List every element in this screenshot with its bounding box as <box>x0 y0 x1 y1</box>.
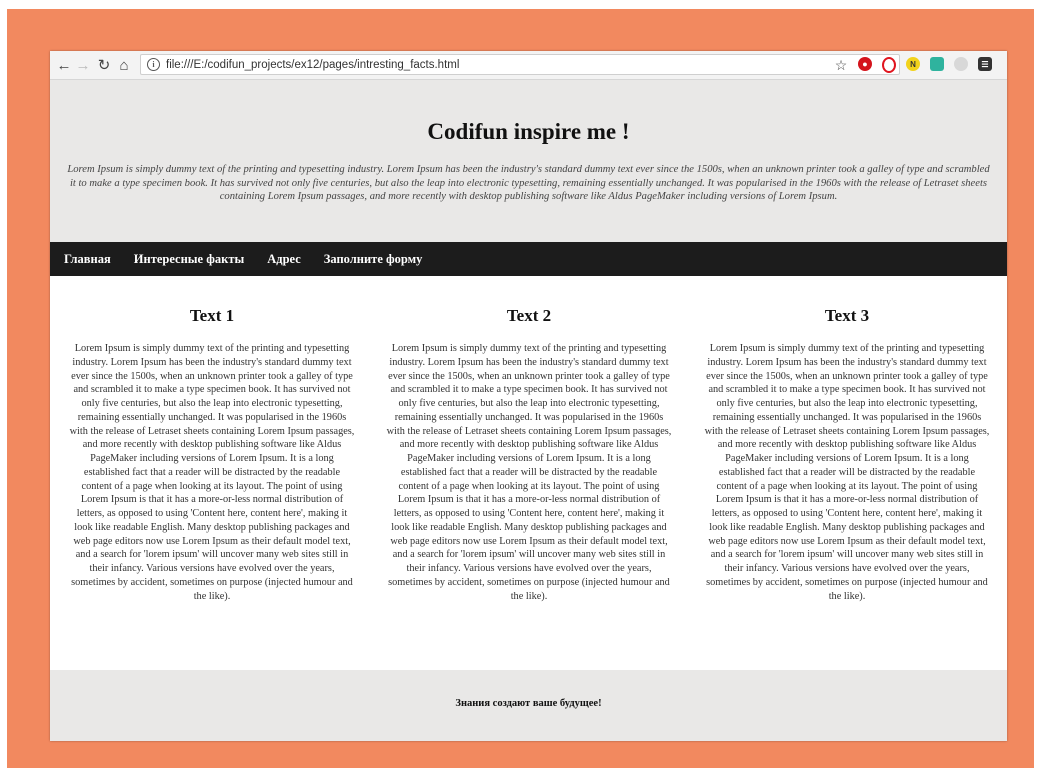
menu-item-form[interactable]: Заполните форму <box>324 252 423 267</box>
header-intro-text: Lorem Ipsum is simply dummy text of the … <box>67 164 990 202</box>
opera-icon[interactable] <box>882 57 896 73</box>
menu-item-home[interactable]: Главная <box>64 252 111 267</box>
info-icon[interactable]: i <box>147 58 160 71</box>
disabled-extension-icon[interactable] <box>954 57 968 71</box>
page-title: Codifun inspire me ! <box>427 119 630 144</box>
home-icon[interactable]: ⌂ <box>114 55 134 75</box>
browser-toolbar: ← → ↻ ⌂ i file:///E:/codifun_projects/ex… <box>50 51 1007 80</box>
menu-item-facts[interactable]: Интересные факты <box>134 252 244 267</box>
reload-icon[interactable]: ↻ <box>94 55 114 75</box>
page-footer: Знания создают ваше будущее! <box>50 670 1007 741</box>
background-frame: ← → ↻ ⌂ i file:///E:/codifun_projects/ex… <box>7 9 1034 768</box>
norton-icon[interactable]: N <box>906 57 920 71</box>
nav-menu: Главная Интересные факты Адрес Заполните… <box>50 242 1007 276</box>
menu-item-address[interactable]: Адрес <box>267 252 301 267</box>
address-bar-url: file:///E:/codifun_projects/ex12/pages/i… <box>166 58 460 71</box>
address-bar[interactable]: i file:///E:/codifun_projects/ex12/pages… <box>140 54 900 75</box>
column-title: Text 1 <box>189 306 235 325</box>
forward-icon[interactable]: → <box>73 55 93 75</box>
menu-icon[interactable]: ☰ <box>978 57 992 71</box>
star-icon[interactable]: ☆ <box>831 55 851 75</box>
column-body: Lorem Ipsum is simply dummy text of the … <box>69 343 355 602</box>
extension-icon[interactable] <box>930 57 944 71</box>
content-area: Text 1 Lorem Ipsum is simply dummy text … <box>50 276 1007 670</box>
page-header: Codifun inspire me ! Lorem Ipsum is simp… <box>50 80 1007 242</box>
footer-text: Знания создают ваше будущее! <box>455 698 602 709</box>
browser-window: ← → ↻ ⌂ i file:///E:/codifun_projects/ex… <box>50 51 1007 741</box>
adblock-icon[interactable]: ● <box>858 57 872 71</box>
column-body: Lorem Ipsum is simply dummy text of the … <box>386 343 672 602</box>
column-title: Text 2 <box>506 306 552 325</box>
column-body: Lorem Ipsum is simply dummy text of the … <box>704 343 990 602</box>
back-icon[interactable]: ← <box>54 55 74 75</box>
web-page: Codifun inspire me ! Lorem Ipsum is simp… <box>50 80 1007 741</box>
column-title: Text 3 <box>824 306 870 325</box>
